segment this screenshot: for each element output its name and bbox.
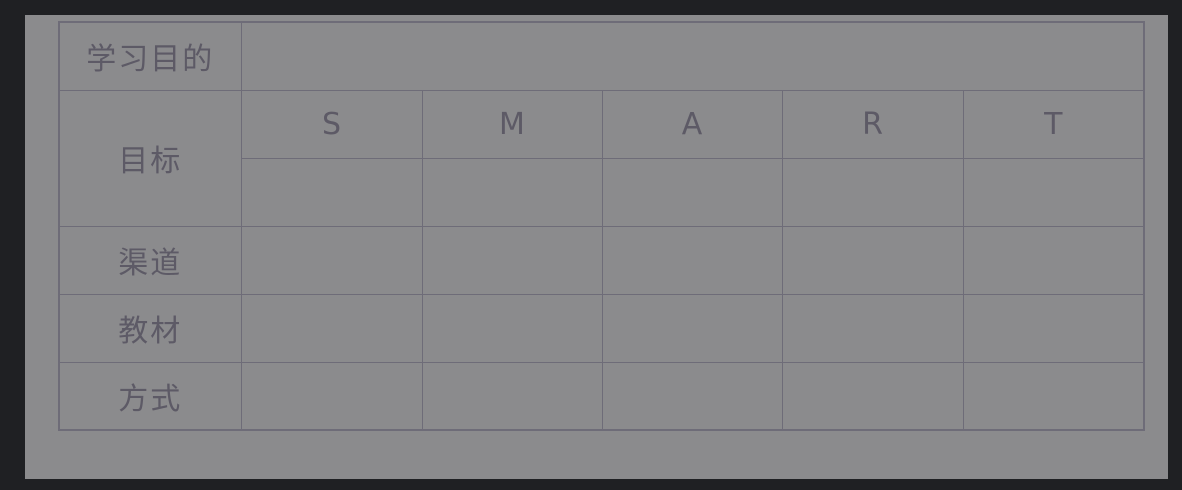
method-s-cell <box>240 361 423 431</box>
channel-r-cell <box>781 225 964 295</box>
method-t-cell <box>962 361 1145 431</box>
purpose-cell <box>240 21 1145 91</box>
method-r-cell <box>781 361 964 431</box>
channel-t-cell <box>962 225 1145 295</box>
smart-r-header: R <box>781 89 964 159</box>
channel-m-cell <box>421 225 603 295</box>
material-t-cell <box>962 293 1145 363</box>
material-r-cell <box>781 293 964 363</box>
goal-label: 目标 <box>58 89 242 227</box>
method-label: 方式 <box>58 361 242 431</box>
channel-s-cell <box>240 225 423 295</box>
purpose-label: 学习目的 <box>58 21 242 91</box>
material-m-cell <box>421 293 603 363</box>
method-a-cell <box>601 361 783 431</box>
material-s-cell <box>240 293 423 363</box>
smart-learning-plan-table: 学习目的 目标 S M A R T 渠道 教材 方式 <box>58 21 1145 431</box>
smart-s-header: S <box>240 89 423 159</box>
goal-r-cell <box>781 157 964 227</box>
goal-t-cell <box>962 157 1145 227</box>
smart-t-header: T <box>962 89 1145 159</box>
method-m-cell <box>421 361 603 431</box>
smart-m-header: M <box>421 89 603 159</box>
channel-label: 渠道 <box>58 225 242 295</box>
smart-a-header: A <box>601 89 783 159</box>
method-row: 方式 <box>58 361 1145 431</box>
channel-a-cell <box>601 225 783 295</box>
goal-a-cell <box>601 157 783 227</box>
goal-m-cell <box>421 157 603 227</box>
purpose-row: 学习目的 <box>58 21 1145 91</box>
material-a-cell <box>601 293 783 363</box>
material-label: 教材 <box>58 293 242 363</box>
goal-s-cell <box>240 157 423 227</box>
material-row: 教材 <box>58 293 1145 363</box>
channel-row: 渠道 <box>58 225 1145 295</box>
worksheet: 学习目的 目标 S M A R T 渠道 教材 方式 <box>25 15 1168 479</box>
goal-header-row: 目标 S M A R T <box>58 89 1145 227</box>
